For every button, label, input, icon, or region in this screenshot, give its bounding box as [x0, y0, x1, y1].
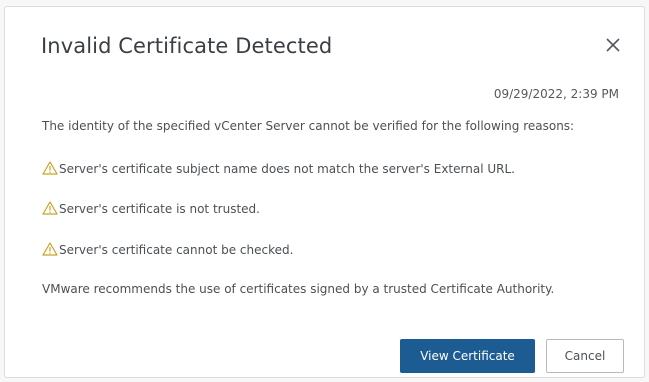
warning-triangle-icon — [42, 242, 58, 256]
reason-text: Server's certificate is not trusted. — [59, 202, 260, 216]
intro-text: The identity of the specified vCenter Se… — [42, 119, 575, 133]
warning-triangle-icon — [42, 201, 58, 215]
reason-text: Server's certificate cannot be checked. — [59, 243, 294, 257]
close-icon[interactable] — [601, 33, 625, 57]
reason-item: Server's certificate subject name does n… — [42, 161, 515, 176]
invalid-certificate-dialog: Invalid Certificate Detected 09/29/2022,… — [4, 6, 645, 378]
dialog-title: Invalid Certificate Detected — [41, 34, 333, 58]
recommendation-text: VMware recommends the use of certificate… — [42, 282, 555, 296]
page-background: Invalid Certificate Detected 09/29/2022,… — [0, 0, 649, 382]
reason-item: Server's certificate cannot be checked. — [42, 242, 293, 257]
timestamp: 09/29/2022, 2:39 PM — [493, 87, 619, 101]
reason-text: Server's certificate subject name does n… — [59, 162, 515, 176]
view-certificate-button[interactable]: View Certificate — [400, 339, 535, 373]
reason-item: Server's certificate is not trusted. — [42, 201, 260, 216]
warning-triangle-icon — [42, 161, 58, 175]
cancel-button[interactable]: Cancel — [546, 339, 624, 373]
